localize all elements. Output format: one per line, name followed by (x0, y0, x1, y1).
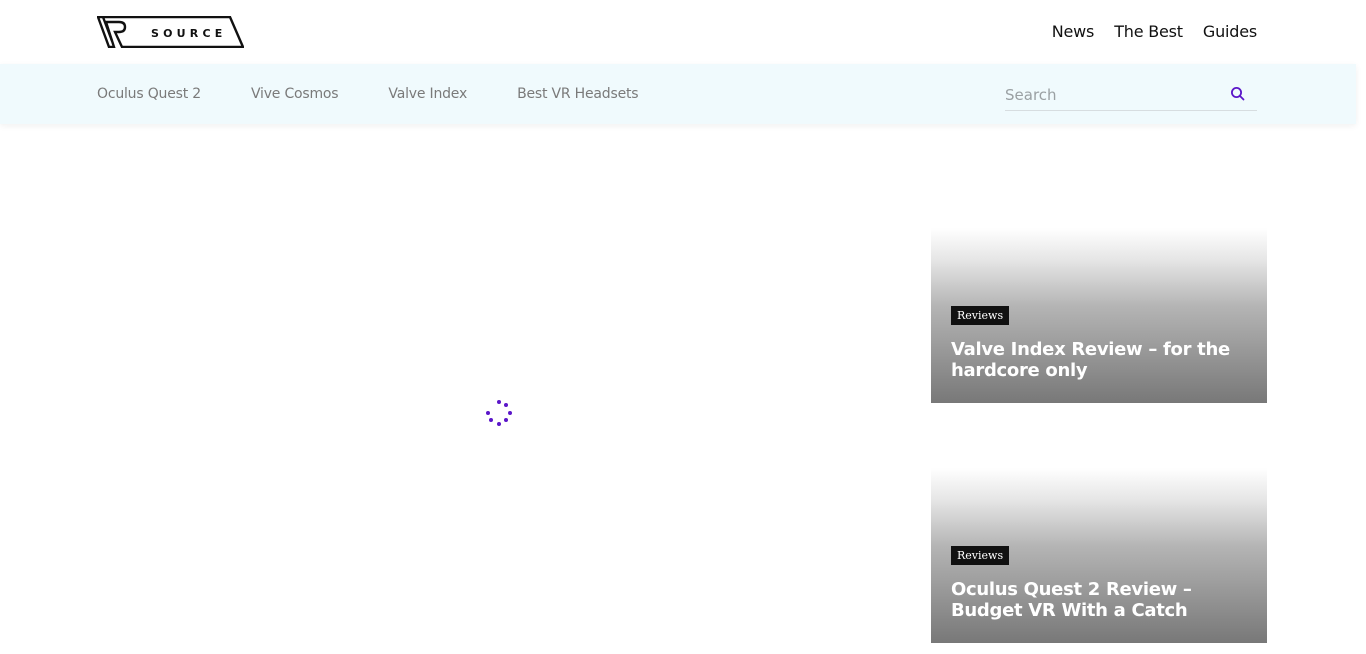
subnav-valve-index[interactable]: Valve Index (388, 85, 467, 103)
sub-nav: Oculus Quest 2 Vive Cosmos Valve Index B… (97, 85, 639, 103)
vr-source-logo-icon: SOURCE (97, 16, 244, 48)
svg-text:SOURCE: SOURCE (151, 27, 226, 40)
spinner-dot (507, 410, 512, 415)
nav-guides[interactable]: Guides (1203, 21, 1257, 43)
sub-navigation-bar: Oculus Quest 2 Vive Cosmos Valve Index B… (0, 64, 1356, 124)
subnav-best-vr-headsets[interactable]: Best VR Headsets (517, 85, 639, 103)
spinner-dot (496, 399, 501, 404)
search-input[interactable] (1005, 82, 1220, 108)
article-card[interactable]: Reviews Oculus Quest 2 Review – Budget V… (931, 468, 1267, 643)
spinner-dot (504, 402, 509, 407)
subnav-vive-cosmos[interactable]: Vive Cosmos (251, 85, 339, 103)
top-header: SOURCE News The Best Guides (0, 0, 1366, 64)
loading-spinner-icon (485, 399, 512, 426)
nav-news[interactable]: News (1052, 21, 1095, 43)
spinner-dot (504, 418, 509, 423)
category-badge[interactable]: Reviews (951, 306, 1010, 325)
nav-the-best[interactable]: The Best (1114, 21, 1183, 43)
spinner-dot (488, 418, 493, 423)
site-logo[interactable]: SOURCE (97, 16, 244, 48)
spinner-dot (485, 410, 490, 415)
main-nav: News The Best Guides (1052, 21, 1257, 43)
spinner-dot (496, 421, 501, 426)
article-title[interactable]: Valve Index Review – for the hardcore on… (951, 339, 1256, 381)
article-card[interactable]: Reviews Valve Index Review – for the har… (931, 228, 1267, 403)
search-box (1005, 82, 1257, 111)
subnav-oculus-quest-2[interactable]: Oculus Quest 2 (97, 85, 201, 103)
category-badge[interactable]: Reviews (951, 546, 1010, 565)
search-icon[interactable] (1229, 85, 1247, 103)
article-title[interactable]: Oculus Quest 2 Review – Budget VR With a… (951, 579, 1256, 621)
